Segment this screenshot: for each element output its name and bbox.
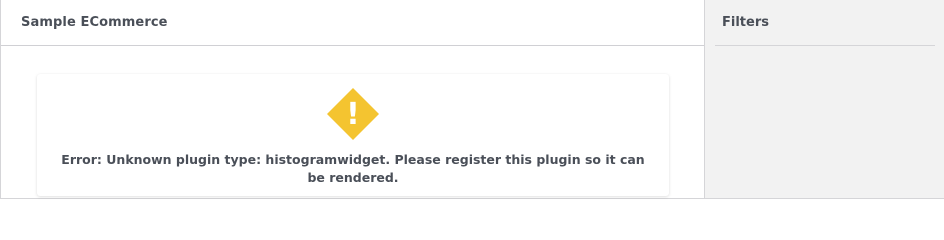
filters-sidebar: Filters (704, 0, 944, 199)
warning-icon-symbol: ! (346, 97, 360, 132)
dashboard-body: ! Error: Unknown plugin type: histogramw… (1, 46, 704, 198)
dashboard-title: Sample ECommerce (21, 15, 168, 30)
widget-error-card: ! Error: Unknown plugin type: histogramw… (37, 74, 669, 196)
filters-header: Filters (715, 0, 935, 46)
filters-title: Filters (722, 15, 769, 30)
warning-icon: ! (327, 88, 379, 140)
dashboard-header: Sample ECommerce (1, 0, 704, 46)
dashboard-page: Sample ECommerce ! Error: Unknown plugin… (0, 0, 944, 219)
error-message: Error: Unknown plugin type: histogramwid… (61, 152, 645, 185)
dashboard-panel: Sample ECommerce ! Error: Unknown plugin… (0, 0, 704, 199)
